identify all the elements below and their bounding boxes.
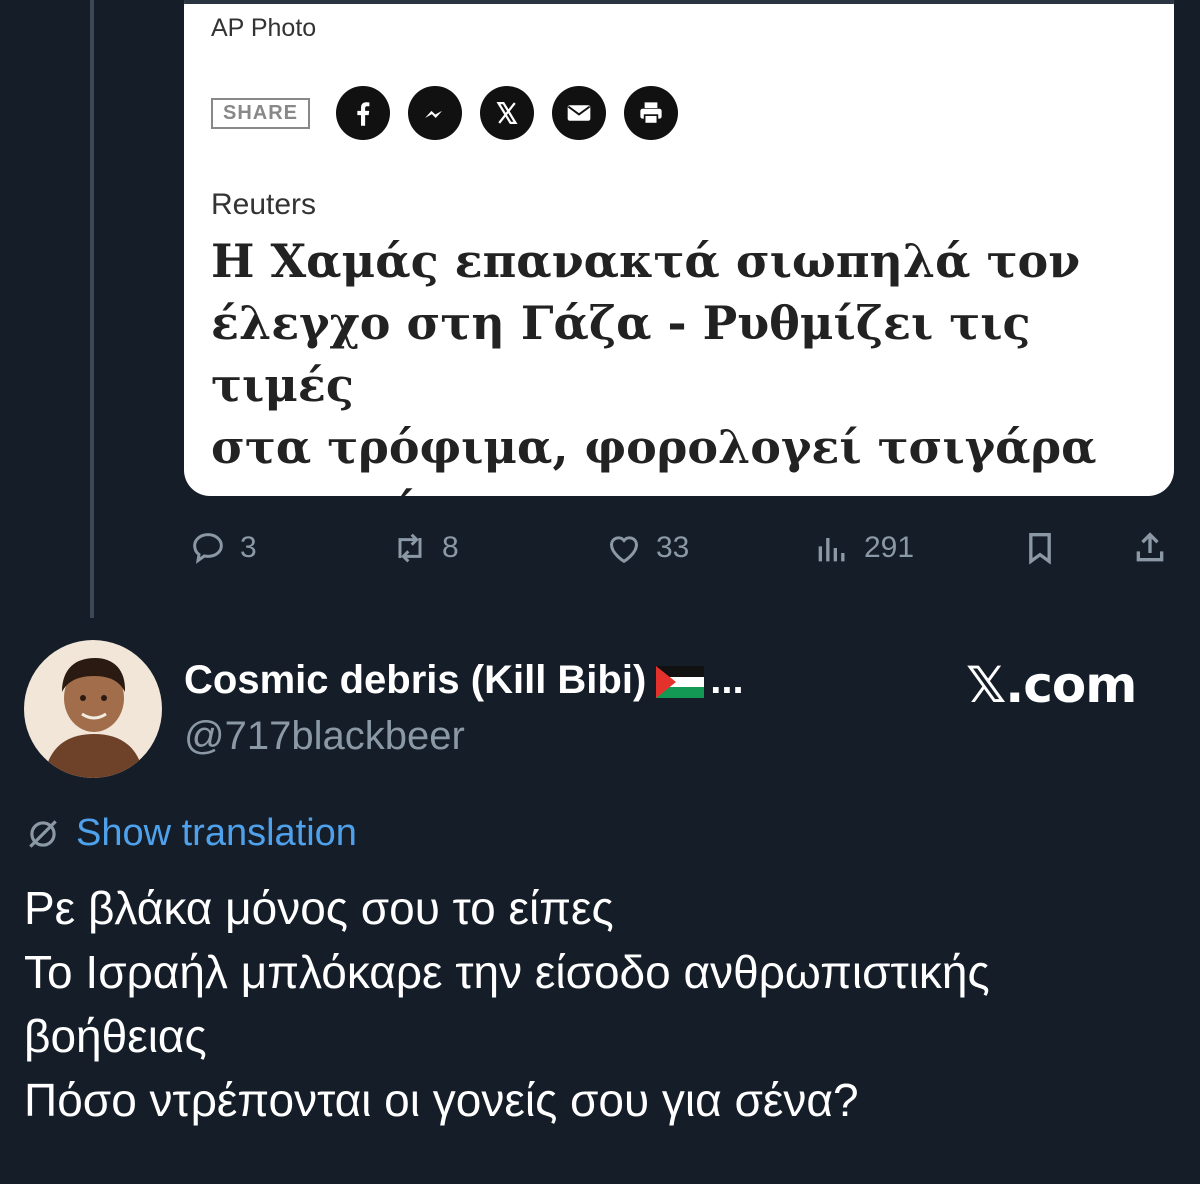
bookmark-icon [1029, 533, 1051, 565]
avatar[interactable] [24, 640, 162, 778]
reply-button[interactable]: 3 [188, 520, 257, 576]
headline-line: στα τρόφιμα, φορολογεί τσιγάρα [211, 420, 1097, 474]
reply-icon [193, 533, 223, 564]
repost-count: 8 [442, 531, 459, 564]
like-button[interactable]: 33 [604, 520, 689, 576]
share-button[interactable] [1130, 520, 1182, 576]
view-count: 291 [864, 531, 915, 564]
article-source: Reuters [211, 188, 317, 221]
headline-line: έλεγχο στη Γάζα - Ρυθμίζει τις τιμές [211, 296, 1031, 412]
article-image-bottom-edge [184, 0, 1174, 4]
tweet-line: βοήθειας [24, 1010, 207, 1062]
x-com-watermark: 𝕏.com [966, 656, 1137, 714]
thread-connector-line [90, 0, 94, 618]
tweet-line: Το Ισραήλ μπλόκαρε την είσοδο ανθρωπιστι… [24, 946, 990, 998]
email-icon[interactable] [552, 86, 607, 140]
reply-author-row: Cosmic debris (Kill Bibi) ... @717blackb… [24, 636, 1174, 786]
display-name-text: Cosmic debris (Kill Bibi) [184, 658, 647, 702]
avatar-image [24, 640, 162, 778]
repost-icon [398, 533, 422, 563]
messenger-icon[interactable] [408, 86, 463, 140]
views-button[interactable]: 291 [812, 520, 914, 576]
palestine-flag-icon [656, 666, 705, 699]
repost-button[interactable]: 8 [390, 520, 459, 576]
heart-icon [609, 536, 639, 564]
facebook-icon[interactable] [336, 86, 391, 140]
headline-line: Η Χαμάς επανακτά σιωπηλά τον [211, 234, 1081, 288]
bookmark-button[interactable] [1020, 520, 1072, 576]
globe-slash-icon [29, 819, 57, 848]
user-handle[interactable]: @717blackbeer [184, 714, 465, 759]
photo-credit: AP Photo [211, 14, 317, 42]
article-headline[interactable]: Η Χαμάς επανακτά σιωπηλά τον έλεγχο στη … [211, 230, 1161, 496]
tweet-line: Πόσο ντρέπονται οι γονείς σου για σένα? [24, 1074, 859, 1126]
like-count: 33 [656, 531, 690, 564]
share-label: SHARE [211, 97, 311, 129]
views-icon [818, 538, 845, 562]
print-icon[interactable] [624, 86, 679, 140]
headline-line: και καύσιμα [211, 478, 1161, 496]
reply-count: 3 [240, 531, 257, 564]
tweet-text: Ρε βλάκα μόνος σου το είπες Το Ισραήλ μπ… [24, 876, 1174, 1132]
display-name[interactable]: Cosmic debris (Kill Bibi) ... [184, 658, 744, 703]
display-name-ellipsis: ... [710, 658, 744, 702]
tweet-line: Ρε βλάκα μόνος σου το είπες [24, 882, 614, 934]
tweet-action-bar: 3 8 33 291 [184, 520, 1174, 576]
show-translation-label: Show translation [76, 812, 357, 854]
quoted-article-card[interactable]: AP Photo SHARE Reuters Η Χαμάς επανακτά … [184, 0, 1174, 496]
share-icon [1136, 532, 1164, 562]
share-row: SHARE [211, 86, 696, 140]
show-translation-link[interactable]: Show translation [24, 812, 357, 855]
x-icon[interactable] [480, 86, 535, 140]
